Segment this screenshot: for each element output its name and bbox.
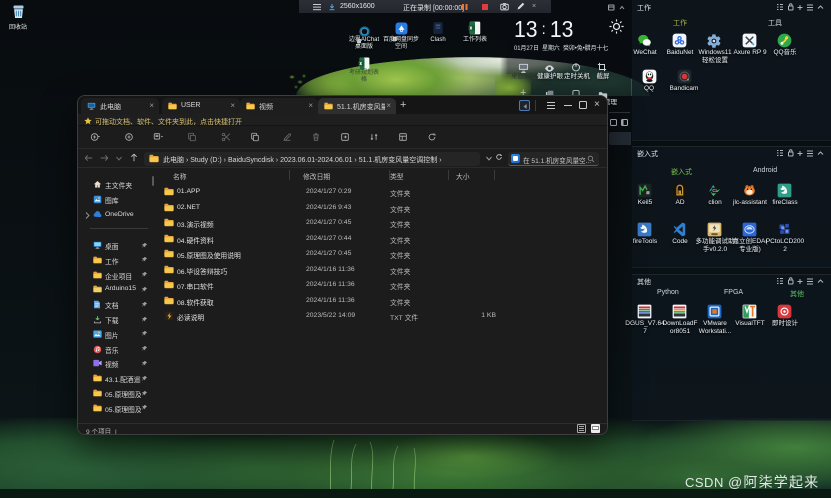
svg-text:CL: CL (712, 188, 718, 193)
